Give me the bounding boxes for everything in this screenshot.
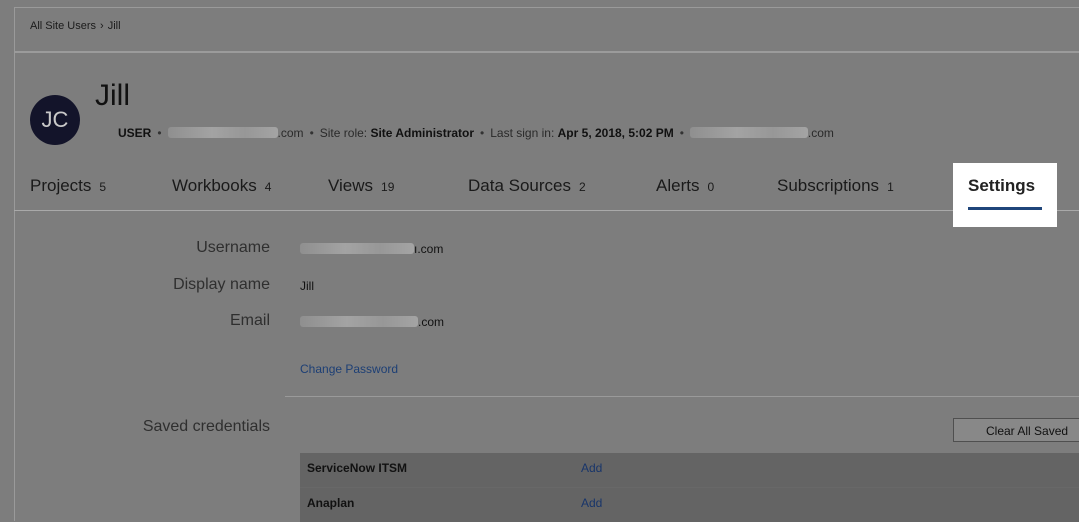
- meta-separator: •: [679, 126, 684, 140]
- tab-label: Workbooks: [172, 176, 257, 195]
- redacted-email: [300, 316, 418, 327]
- add-credential-link[interactable]: Add: [581, 461, 602, 475]
- tab-count: 0: [707, 180, 715, 194]
- username-label: Username: [196, 239, 270, 256]
- username-value: ı.com: [300, 242, 443, 256]
- tab-label: Views: [328, 176, 374, 195]
- credential-name: Anaplan: [307, 496, 355, 510]
- tab-count: 19: [381, 180, 395, 194]
- tabs-divider: [14, 210, 1079, 211]
- tab-count: 4: [264, 180, 272, 194]
- user-meta-line: USER • .com • Site role: Site Administrator •…: [118, 126, 834, 140]
- section-divider: [285, 396, 1079, 397]
- saved-credentials-label: Saved credentials: [142, 418, 270, 435]
- tab-label: Projects: [30, 176, 92, 195]
- breadcrumb-all-site-users-link[interactable]: All Site Users: [30, 20, 96, 32]
- tab-views[interactable]: Views 19: [328, 176, 394, 196]
- redacted-domain: [689, 127, 808, 138]
- active-tab-indicator: [968, 207, 1042, 210]
- tab-subscriptions[interactable]: Subscriptions 1: [777, 176, 894, 196]
- breadcrumb-divider: [14, 51, 1079, 53]
- email-value: .com: [300, 315, 444, 329]
- domain-suffix: .com: [807, 126, 834, 140]
- display-name-label: Display name: [173, 276, 270, 293]
- meta-separator: •: [480, 126, 485, 140]
- username-suffix: ı.com: [414, 242, 444, 256]
- clear-all-saved-button[interactable]: Clear All Saved: [953, 418, 1079, 442]
- meta-separator: •: [157, 126, 162, 140]
- tab-label: Alerts: [656, 176, 700, 195]
- tab-workbooks[interactable]: Workbooks 4: [172, 176, 271, 196]
- avatar: JC: [30, 95, 80, 145]
- email-suffix: .com: [277, 126, 304, 140]
- tab-data-sources[interactable]: Data Sources 2: [468, 176, 586, 196]
- page-left-border: [14, 7, 15, 521]
- credential-name: ServiceNow ITSM: [307, 461, 408, 475]
- table-row: ServiceNow ITSM Add: [300, 452, 1079, 487]
- display-name-value: Jill: [300, 279, 314, 293]
- breadcrumb: All Site Users › Jill: [30, 20, 121, 32]
- tab-alerts[interactable]: Alerts 0: [656, 176, 714, 196]
- breadcrumb-chevron-icon: ›: [100, 20, 104, 32]
- email-suffix: .com: [418, 315, 445, 329]
- last-signin-label: Last sign in:: [490, 126, 555, 140]
- page-top-border: [14, 7, 1079, 8]
- last-signin-value: Apr 5, 2018, 5:02 PM: [557, 126, 674, 140]
- tab-count: 2: [579, 180, 586, 194]
- tab-count: 1: [887, 180, 894, 194]
- tab-label: Subscriptions: [777, 176, 880, 195]
- tab-projects[interactable]: Projects 5: [30, 176, 106, 196]
- user-type: USER: [118, 126, 152, 140]
- page-title: Jill: [95, 79, 130, 112]
- redacted-email: [167, 127, 278, 138]
- breadcrumb-current: Jill: [107, 20, 121, 32]
- site-role-value: Site Administrator: [370, 126, 475, 140]
- tab-count: 5: [99, 180, 107, 194]
- change-password-link[interactable]: Change Password: [300, 362, 398, 376]
- table-row: Anaplan Add: [300, 487, 1079, 522]
- site-role-label: Site role:: [319, 126, 368, 140]
- saved-credentials-table: ServiceNow ITSM Add Anaplan Add: [300, 452, 1079, 522]
- tab-label: Data Sources: [468, 176, 571, 195]
- email-label: Email: [229, 312, 270, 329]
- redacted-username: [300, 243, 414, 254]
- meta-separator: •: [309, 126, 314, 140]
- add-credential-link[interactable]: Add: [581, 496, 602, 510]
- tab-settings[interactable]: Settings: [968, 176, 1035, 196]
